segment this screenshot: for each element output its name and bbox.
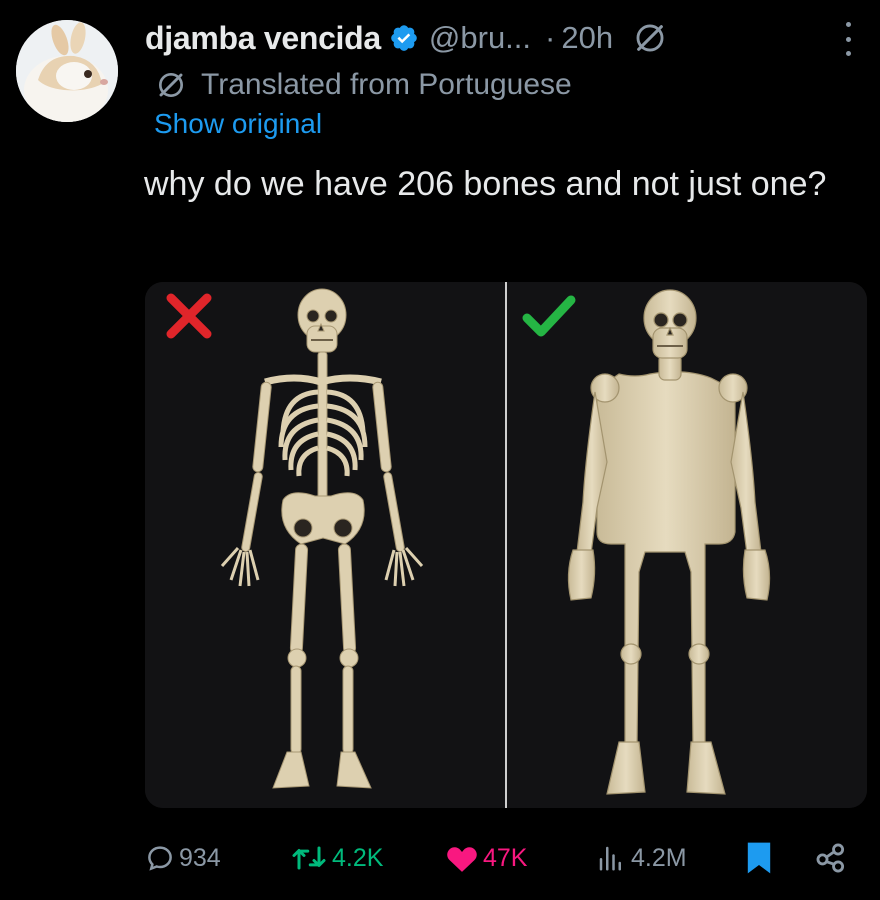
reply-button[interactable]: 934 <box>145 838 221 878</box>
like-button[interactable]: 47K <box>445 838 527 878</box>
translated-label: Translated from Portuguese <box>201 68 572 101</box>
views-count: 4.2M <box>631 843 687 872</box>
views-button[interactable]: 4.2M <box>595 838 687 878</box>
tweet-header: djamba vencida @bru... · 20h <box>145 14 866 62</box>
action-bar: 934 4.2K 47K 4.2M <box>145 838 867 878</box>
share-icon <box>816 843 845 873</box>
handle[interactable]: @bru... <box>429 20 531 56</box>
tweet-text: why do we have 206 bones and not just on… <box>144 165 827 203</box>
timestamp[interactable]: 20h <box>561 20 613 56</box>
separator-dot: · <box>545 20 556 55</box>
bookmark-icon <box>747 842 771 874</box>
views-icon <box>599 846 621 871</box>
display-name[interactable]: djamba vencida <box>145 20 381 57</box>
repost-button[interactable]: 4.2K <box>290 838 383 878</box>
reply-count: 934 <box>179 843 221 872</box>
translate-icon <box>159 73 183 97</box>
more-icon[interactable] <box>838 22 858 56</box>
avatar[interactable] <box>16 20 118 122</box>
repost-count: 4.2K <box>332 843 384 872</box>
bookmark-button[interactable] <box>745 838 773 878</box>
tweet-media-image[interactable] <box>145 282 867 808</box>
heart-icon <box>447 847 477 872</box>
share-button[interactable] <box>813 838 849 878</box>
like-count: 47K <box>483 843 528 872</box>
grok-icon[interactable] <box>633 21 667 55</box>
reply-icon <box>148 846 172 871</box>
translation-notice: Translated from Portuguese <box>155 66 572 104</box>
verified-badge-icon <box>391 25 417 51</box>
show-original-link[interactable]: Show original <box>154 108 322 140</box>
repost-icon <box>292 846 326 870</box>
